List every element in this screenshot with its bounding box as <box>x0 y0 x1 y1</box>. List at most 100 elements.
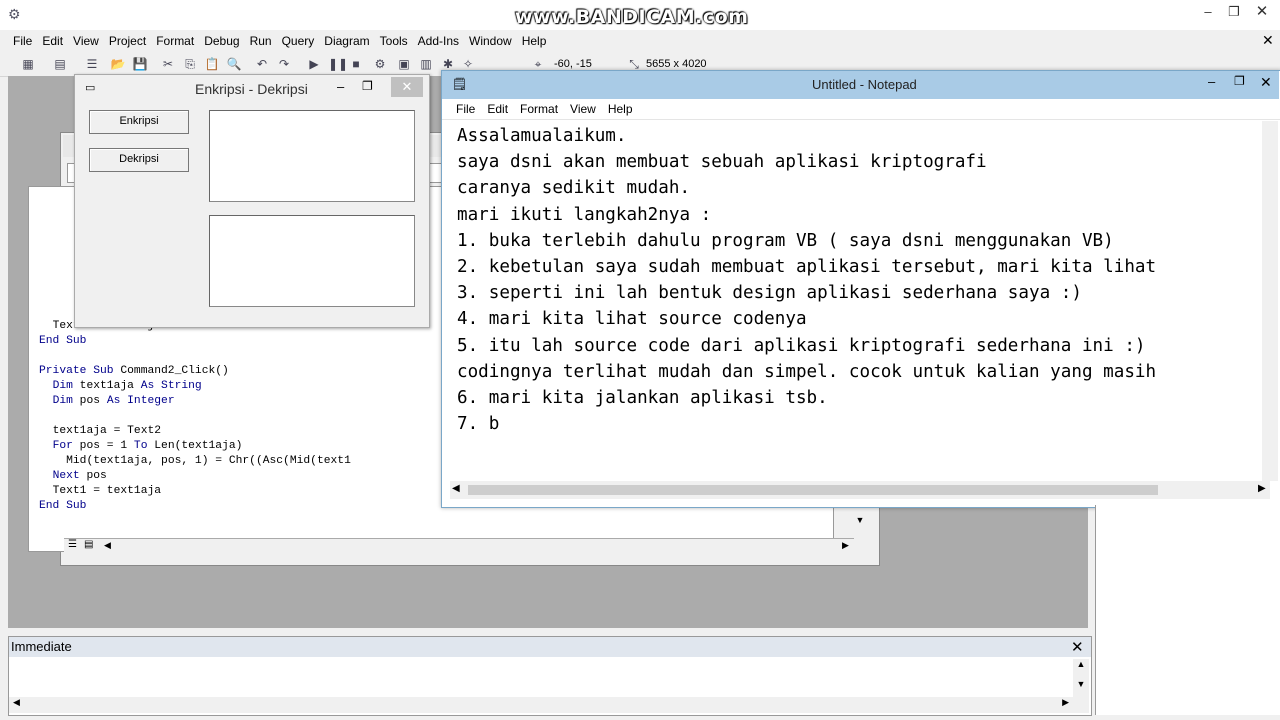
end-icon[interactable]: ■ <box>348 56 364 72</box>
notepad-line: 2. kebetulan saya sudah membuat aplikasi… <box>457 257 1157 278</box>
position-readout: -60, -15 <box>554 58 592 70</box>
code-keyword: Next <box>52 470 80 482</box>
form-icon: ▭ <box>85 82 96 94</box>
project-explorer-icon[interactable]: ⚙ <box>372 56 388 72</box>
scroll-left-icon[interactable]: ◀ <box>104 540 111 551</box>
code-keyword: Private Sub <box>39 365 114 377</box>
text2-box[interactable] <box>209 215 415 307</box>
immediate-close-button[interactable]: ✕ <box>1071 638 1084 656</box>
properties-pane <box>1095 505 1280 715</box>
menu-help[interactable]: Help <box>517 30 552 52</box>
notepad-vscroll[interactable] <box>1262 121 1278 481</box>
code-text: text1aja = Text2 <box>52 425 162 437</box>
notepad-title: Untitled - Notepad <box>812 77 917 92</box>
notepad-line: 3. seperti ini lah bentuk design aplikas… <box>457 283 1082 304</box>
close-button[interactable]: ✕ <box>1246 2 1278 22</box>
notepad-menu-edit[interactable]: Edit <box>481 99 514 119</box>
immediate-hscroll[interactable]: ◀ ▶ <box>9 697 1073 713</box>
notepad-menu-file[interactable]: File <box>450 99 481 119</box>
add-project-icon[interactable]: ▦ <box>20 56 36 72</box>
paste-icon[interactable]: 📋 <box>204 56 220 72</box>
code-text: pos <box>79 470 107 482</box>
notepad-close-button[interactable]: ✕ <box>1260 74 1272 91</box>
form-titlebar: ▭ Enkripsi - Dekripsi – ❐ ✕ <box>75 75 427 101</box>
code-text: pos = 1 <box>72 440 134 452</box>
immediate-vscroll[interactable]: ▲ ▼ <box>1073 659 1089 713</box>
open-icon[interactable]: 📂 <box>110 56 126 72</box>
undo-icon[interactable]: ↶ <box>254 56 270 72</box>
notepad-line: 6. mari kita jalankan aplikasi tsb. <box>457 388 828 409</box>
code-text: text1aja <box>72 380 141 392</box>
size-readout: 5655 x 4020 <box>646 58 707 70</box>
notepad-line: 1. buka terlebih dahulu program VB ( say… <box>457 230 1114 251</box>
text1-box[interactable] <box>209 110 415 202</box>
scroll-right-icon[interactable]: ▶ <box>1258 483 1266 494</box>
menu-edit[interactable]: Edit <box>37 30 68 52</box>
properties-icon[interactable]: ▣ <box>396 56 412 72</box>
scroll-left-icon[interactable]: ◀ <box>452 483 460 494</box>
menu-editor-icon[interactable]: ☰ <box>84 56 100 72</box>
copy-icon[interactable]: ⎘ <box>182 56 198 72</box>
notepad-menu-help[interactable]: Help <box>602 99 639 119</box>
notepad-text-area[interactable]: Assalamualaikum. saya dsni akan membuat s… <box>457 123 1265 483</box>
notepad-line: 5. itu lah source code dari aplikasi kri… <box>457 335 1146 356</box>
menu-tools[interactable]: Tools <box>375 30 413 52</box>
notepad-line: Assalamualaikum. <box>457 126 627 146</box>
maximize-button[interactable]: ❐ <box>1222 2 1246 22</box>
notepad-line: caranya sedikit mudah. <box>457 178 691 199</box>
cut-icon[interactable]: ✂ <box>160 56 176 72</box>
menu-window[interactable]: Window <box>464 30 517 52</box>
code-keyword: As String <box>140 380 202 392</box>
notepad-hscroll[interactable]: ◀ ▶ <box>450 481 1270 499</box>
notepad-window: 🗒 Untitled - Notepad – ❐ ✕ File Edit Forma… <box>441 70 1280 508</box>
code-keyword: As Integer <box>106 395 175 407</box>
form-layout-icon[interactable]: ▥ <box>418 56 434 72</box>
code-text: Len(text1aja) <box>147 440 243 452</box>
find-icon[interactable]: 🔍 <box>226 56 242 72</box>
notepad-maximize-button[interactable]: ❐ <box>1234 74 1245 88</box>
menu-project[interactable]: Project <box>104 30 151 52</box>
notepad-menu-view[interactable]: View <box>564 99 602 119</box>
code-keyword: Dim <box>52 395 73 407</box>
notepad-minimize-button[interactable]: – <box>1208 74 1215 89</box>
scroll-right-icon[interactable]: ▶ <box>842 540 849 551</box>
menu-format[interactable]: Format <box>151 30 199 52</box>
form-title: Enkripsi - Dekripsi <box>195 81 308 97</box>
menu-diagram[interactable]: Diagram <box>319 30 374 52</box>
menu-query[interactable]: Query <box>277 30 320 52</box>
form-minimize-button[interactable]: – <box>337 79 344 94</box>
code-hscroll[interactable]: ☰ ▤ ◀ ▶ <box>64 538 854 554</box>
vb-app-icon: ⚙ <box>8 6 21 22</box>
code-text: Command2_Click() <box>113 365 229 377</box>
add-form-icon[interactable]: ▤ <box>52 56 68 72</box>
notepad-line: 4. mari kita lihat source codenya <box>457 309 807 330</box>
menu-run[interactable]: Run <box>245 30 277 52</box>
scroll-thumb[interactable] <box>468 485 1158 495</box>
minimize-button[interactable]: – <box>1196 2 1220 22</box>
notepad-menu-format[interactable]: Format <box>514 99 564 119</box>
menu-debug[interactable]: Debug <box>199 30 244 52</box>
code-keyword: End Sub <box>39 335 87 347</box>
code-text: Text1 = text1aja <box>52 485 162 497</box>
break-icon[interactable]: ❚❚ <box>328 56 348 72</box>
start-icon[interactable]: ▶ <box>306 56 322 72</box>
menu-addins[interactable]: Add-Ins <box>413 30 464 52</box>
form-maximize-button[interactable]: ❐ <box>362 79 373 93</box>
mdi-close-icon[interactable]: ✕ <box>1262 32 1274 49</box>
encrypt-button[interactable]: Enkripsi <box>89 110 189 134</box>
redo-icon[interactable]: ↷ <box>276 56 292 72</box>
full-module-view-icon[interactable]: ▤ <box>84 539 93 550</box>
notepad-icon: 🗒 <box>452 77 468 91</box>
notepad-line: codingnya terlihat mudah dan simpel. coc… <box>457 361 1157 382</box>
code-keyword: Dim <box>52 380 73 392</box>
bandicam-watermark: www.BANDICAM.com <box>515 6 749 28</box>
code-text: Mid(text1aja, pos, 1) = Chr((Asc(Mid(tex… <box>66 455 351 467</box>
code-text: pos <box>72 395 107 407</box>
decrypt-button[interactable]: Dekripsi <box>89 148 189 172</box>
save-icon[interactable]: 💾 <box>132 56 148 72</box>
menu-view[interactable]: View <box>68 30 104 52</box>
menu-file[interactable]: File <box>8 30 37 52</box>
procedure-view-icon[interactable]: ☰ <box>68 539 77 550</box>
notepad-line: mari ikuti langkah2nya : <box>457 204 712 225</box>
form-close-button[interactable]: ✕ <box>391 77 423 97</box>
